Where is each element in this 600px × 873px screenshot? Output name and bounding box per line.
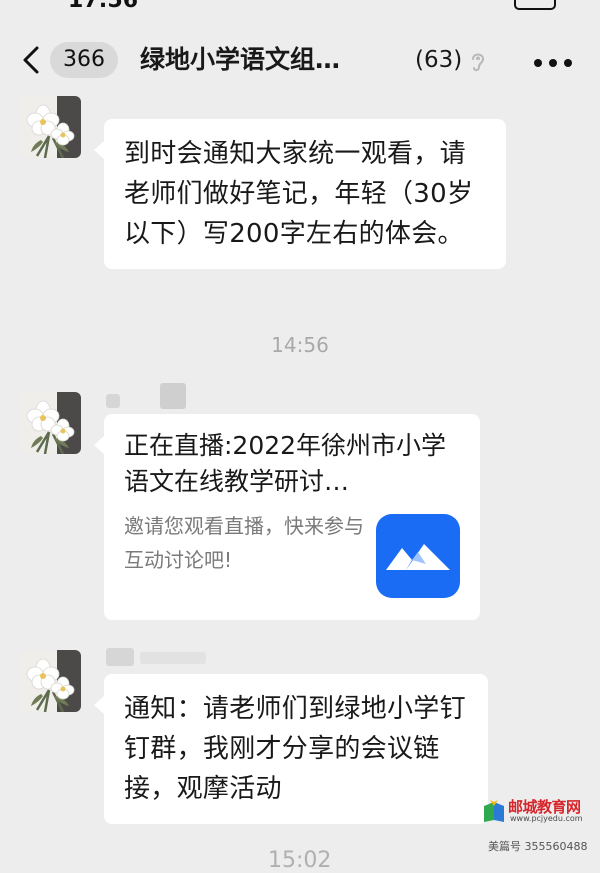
message-timestamp: 15:02 [268, 848, 332, 873]
sender-name-redacted [160, 383, 186, 409]
ellipsis-icon[interactable] [534, 58, 574, 68]
status-time: 17:56 [68, 0, 139, 13]
watermark-url: www.pcjyedu.com [510, 814, 583, 823]
sender-name-redacted [106, 648, 134, 666]
watermark: 邮城教育网 www.pcjyedu.com 美篇号 355560488 [478, 794, 600, 862]
unread-count-badge[interactable]: 366 [50, 42, 118, 78]
live-card-title: 正在直播:2022年徐州市小学语文在线教学研讨… [124, 431, 447, 496]
flower-icon [19, 96, 81, 158]
flower-icon [19, 650, 81, 712]
member-count: (63) [415, 47, 463, 73]
book-logo-icon [484, 800, 504, 822]
message-bubble[interactable]: 到时会通知大家统一观看，请老师们做好笔记，年轻（30岁以下）写200字左右的体会… [94, 119, 506, 269]
sender-avatar[interactable] [19, 392, 81, 454]
message-bubble[interactable]: 通知：请老师们到绿地小学钉钉群，我刚才分享的会议链接，观摩活动 [94, 674, 488, 824]
chevron-left-icon[interactable] [18, 44, 44, 76]
sender-avatar[interactable] [19, 650, 81, 712]
chat-title: 绿地小学语文组… [140, 45, 341, 74]
ear-icon [472, 53, 485, 72]
watermark-id: 美篇号 355560488 [488, 840, 588, 853]
live-share-card[interactable]: 正在直播:2022年徐州市小学语文在线教学研讨… 邀请您观看直播，快来参与互动讨… [94, 414, 480, 620]
message-text: 到时会通知大家统一观看，请老师们做好笔记，年轻（30岁以下）写200字左右的体会… [124, 139, 474, 249]
flower-icon [19, 392, 81, 454]
sender-name-redacted [140, 652, 206, 664]
live-card-description: 邀请您观看直播，快来参与互动讨论吧! [124, 514, 364, 572]
message-text: 通知：请老师们到绿地小学钉钉群，我刚才分享的会议链接，观摩活动 [124, 694, 466, 804]
message-timestamp: 14:56 [271, 333, 329, 357]
meeting-logo-icon [386, 544, 450, 570]
live-app-icon [376, 514, 460, 598]
battery-icon [514, 0, 556, 10]
sender-name-redacted [106, 394, 120, 408]
status-bar: 17:56 [0, 0, 600, 14]
chat-header: 366 绿地小学语文组… (63) [0, 14, 600, 94]
sender-avatar[interactable] [19, 96, 81, 158]
